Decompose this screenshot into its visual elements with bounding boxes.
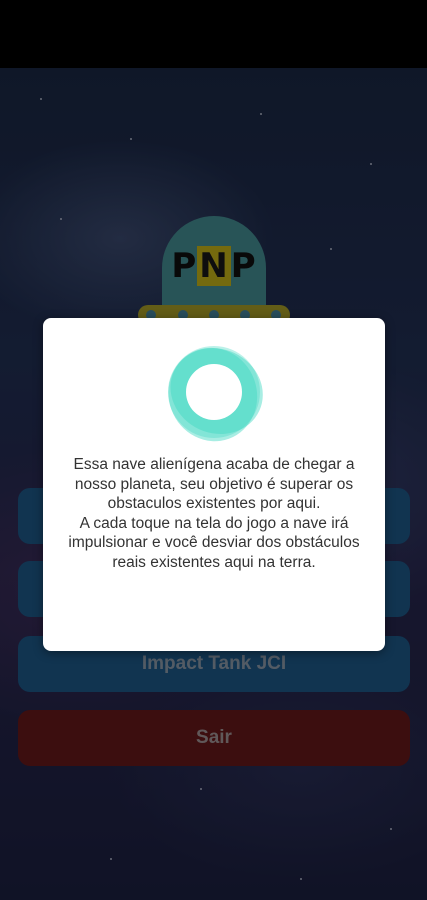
spinner-icon [168, 346, 263, 442]
dialog-paragraph-1: Essa nave alienígena acaba de chegar a n… [73, 456, 355, 512]
dialog-message: Essa nave alienígena acaba de chegar a n… [59, 455, 369, 572]
intro-dialog: Essa nave alienígena acaba de chegar a n… [43, 318, 385, 651]
app-screen: PNP Impact Tank JCI Sair Essa nave alien… [0, 0, 427, 900]
dialog-paragraph-2: A cada toque na tela do jogo a nave irá … [68, 514, 360, 571]
